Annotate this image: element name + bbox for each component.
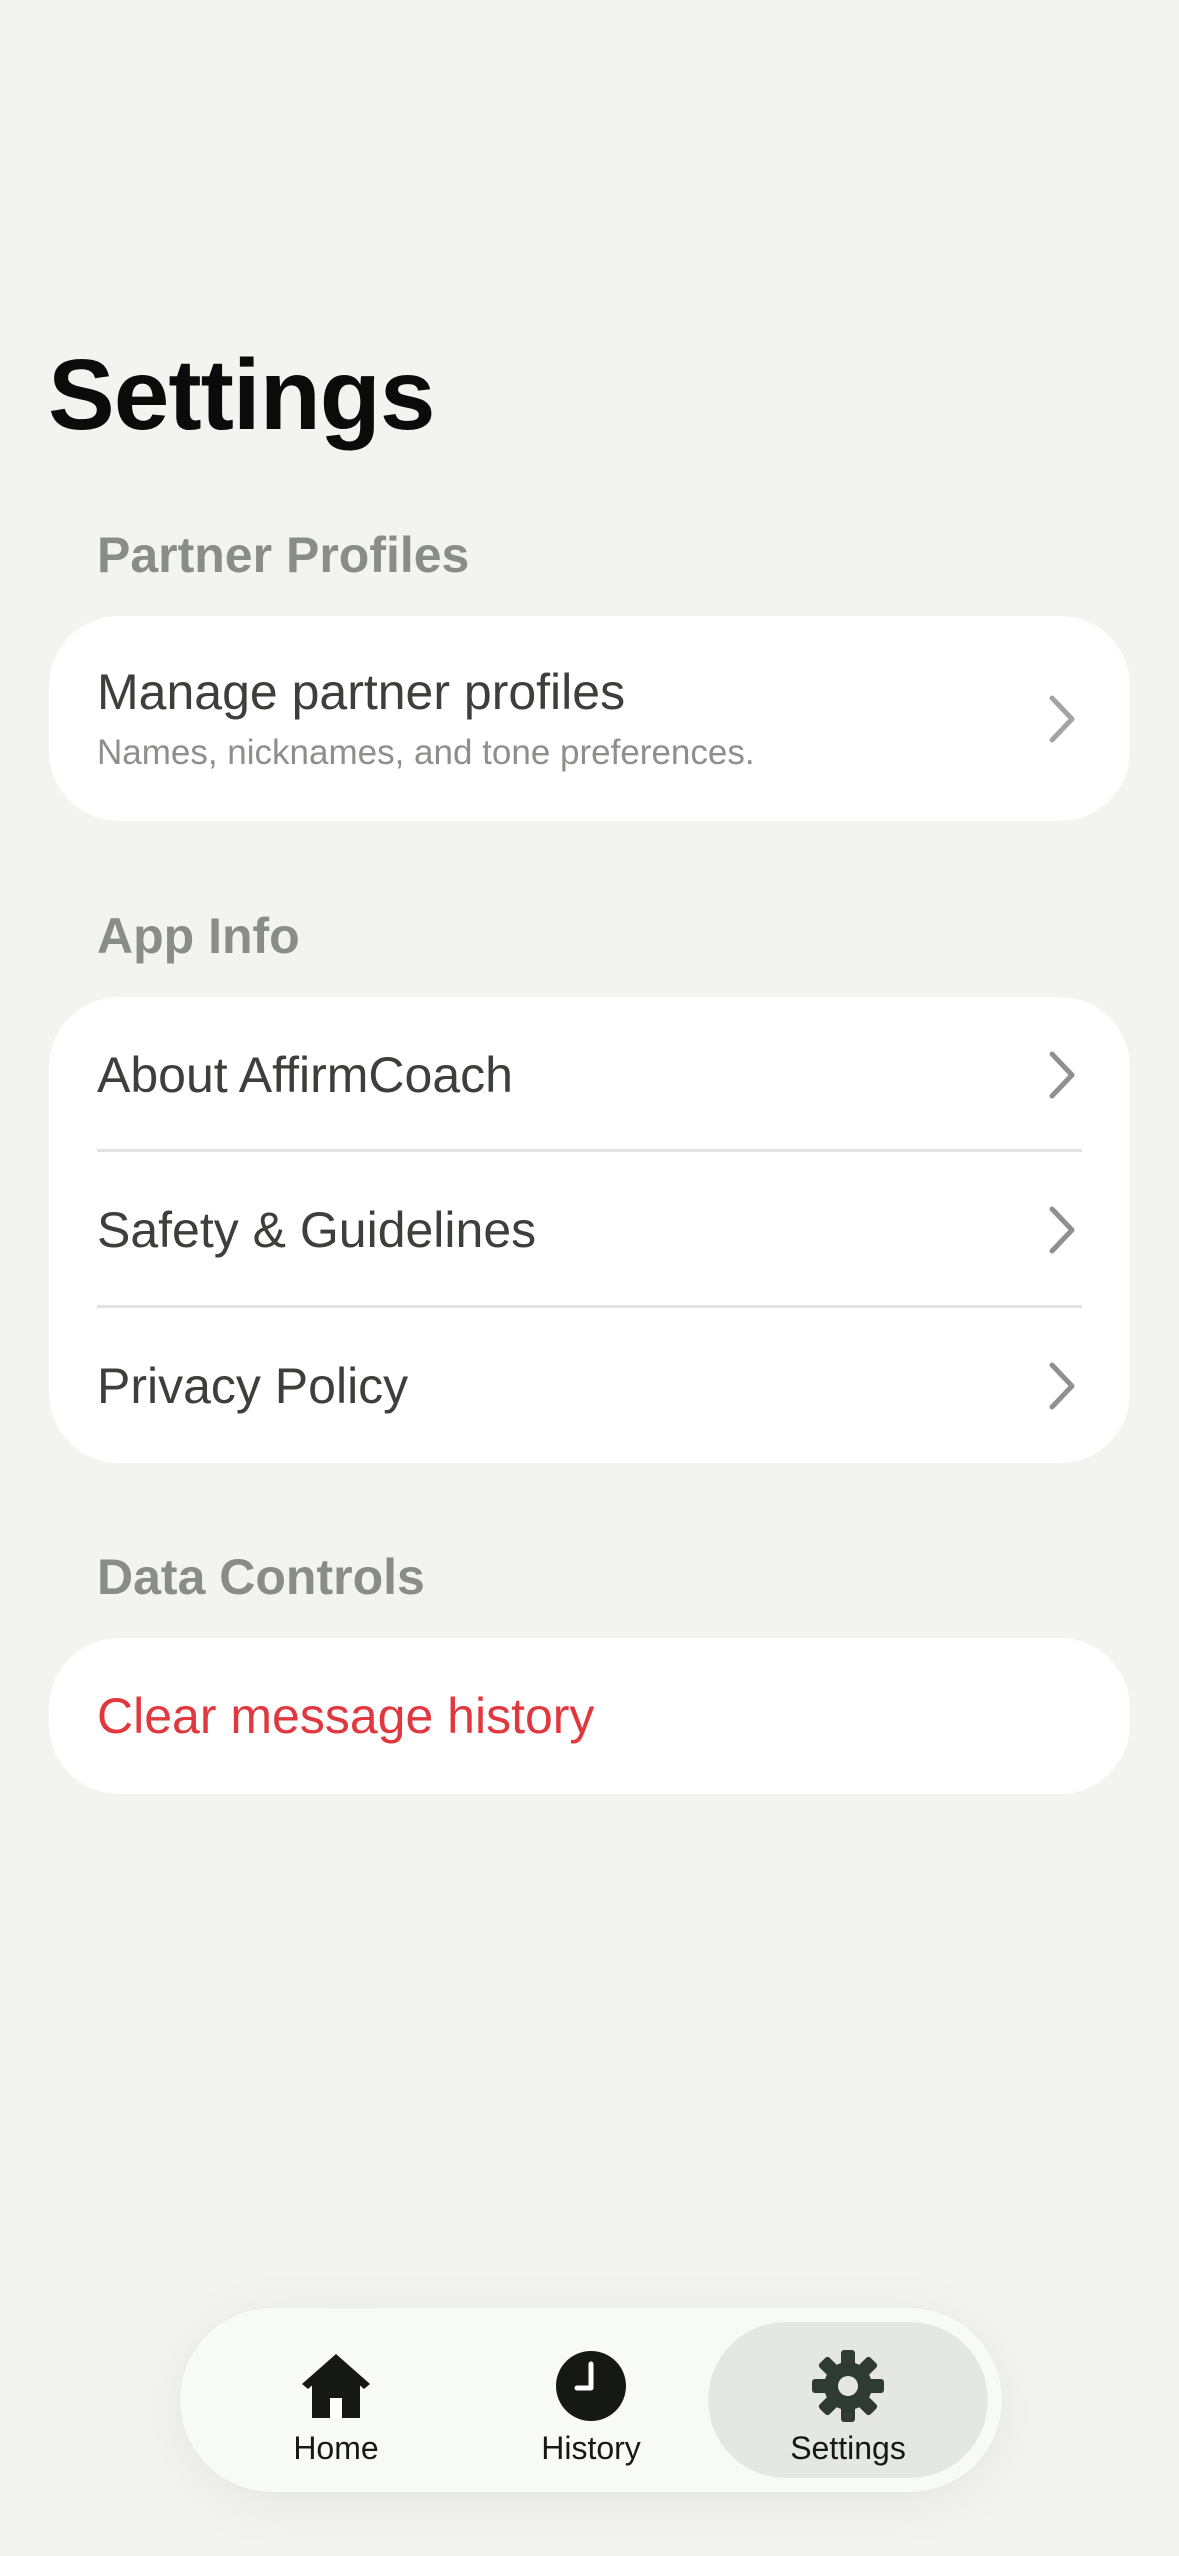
tab-history-label: History xyxy=(541,2430,641,2466)
privacy-policy-label: Privacy Policy xyxy=(97,1357,409,1414)
tab-home-label: Home xyxy=(293,2430,379,2466)
safety-guidelines-row[interactable]: Safety & Guidelines xyxy=(49,1152,1130,1308)
manage-partner-profiles-subtitle: Names, nicknames, and tone preferences. xyxy=(97,733,755,772)
clock-icon xyxy=(556,2351,626,2421)
manage-partner-profiles-text: Manage partner profiles Names, nicknames… xyxy=(97,667,755,770)
clear-message-history-button[interactable]: Clear message history xyxy=(49,1638,1130,1794)
data-controls-card: Clear message history xyxy=(49,1638,1130,1794)
tab-home[interactable]: Home xyxy=(196,2322,476,2478)
safety-guidelines-label: Safety & Guidelines xyxy=(97,1202,537,1258)
app-info-card: About AffirmCoach Safety & Guidelines Pr… xyxy=(49,997,1130,1463)
section-header-partner-profiles: Partner Profiles xyxy=(97,527,470,583)
tab-settings[interactable]: Settings xyxy=(708,2322,988,2478)
privacy-policy-row[interactable]: Privacy Policy xyxy=(49,1308,1130,1463)
status-bar xyxy=(0,0,1179,170)
tab-bar: Home History Settings xyxy=(180,2308,1002,2492)
tab-settings-label: Settings xyxy=(790,2430,906,2466)
chevron-right-icon xyxy=(1049,1362,1075,1409)
manage-partner-profiles-label: Manage partner profiles xyxy=(97,664,626,720)
clear-message-history-label: Clear message history xyxy=(97,1688,595,1744)
chevron-right-icon xyxy=(1049,1206,1075,1254)
chevron-right-icon xyxy=(1049,695,1075,742)
page-title: Settings xyxy=(48,339,435,451)
section-header-data-controls: Data Controls xyxy=(97,1549,425,1605)
about-row[interactable]: About AffirmCoach xyxy=(49,997,1130,1152)
about-label: About AffirmCoach xyxy=(97,1046,513,1103)
partner-profiles-card: Manage partner profiles Names, nicknames… xyxy=(49,616,1130,821)
section-header-app-info: App Info xyxy=(97,908,300,964)
home-icon xyxy=(302,2354,370,2418)
tab-history[interactable]: History xyxy=(451,2322,731,2478)
manage-partner-profiles-row[interactable]: Manage partner profiles Names, nicknames… xyxy=(49,616,1130,821)
gear-icon xyxy=(812,2350,884,2422)
chevron-right-icon xyxy=(1049,1051,1075,1098)
